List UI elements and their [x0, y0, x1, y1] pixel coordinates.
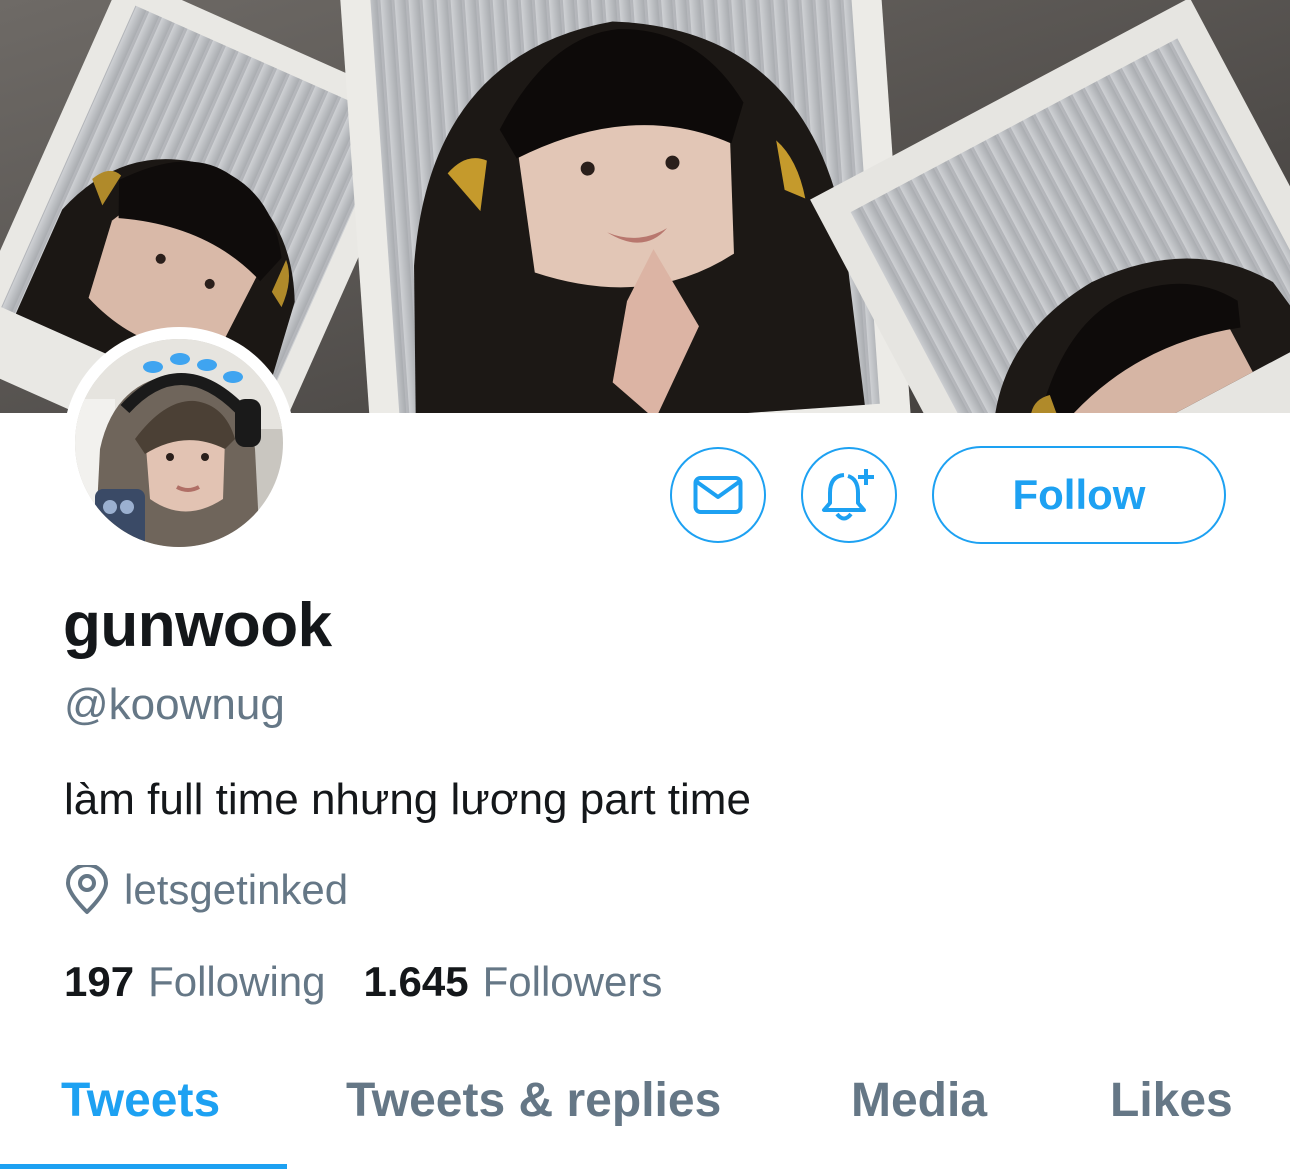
profile-stats: 197 Following 1.645 Followers — [64, 958, 662, 1006]
followers-count: 1.645 — [363, 958, 469, 1005]
followers-stat[interactable]: 1.645 Followers — [364, 958, 663, 1006]
message-button[interactable] — [670, 447, 766, 543]
tab-tweets-and-replies[interactable]: Tweets & replies — [346, 1073, 721, 1128]
tab-likes[interactable]: Likes — [1110, 1073, 1233, 1128]
envelope-icon — [693, 476, 743, 514]
location-text: letsgetinked — [124, 866, 349, 913]
follow-button[interactable]: Follow — [932, 446, 1226, 544]
display-name: gunwook — [63, 591, 332, 660]
tab-media[interactable]: Media — [851, 1073, 987, 1128]
profile-page: Follow gunwook @koownug làm full time nh… — [0, 0, 1290, 1169]
profile-avatar[interactable] — [63, 327, 295, 559]
followers-label: Followers — [482, 958, 663, 1005]
location-pin-icon — [66, 865, 108, 914]
profile-location: letsgetinked — [64, 862, 348, 918]
following-count: 197 — [64, 958, 135, 1005]
tab-tweets[interactable]: Tweets — [61, 1073, 220, 1128]
notifications-button[interactable] — [801, 447, 897, 543]
user-handle: @koownug — [64, 680, 285, 729]
following-stat[interactable]: 197 Following — [64, 958, 326, 1006]
bell-plus-icon — [822, 469, 874, 521]
profile-tabs: Tweets Tweets & replies Media Likes — [0, 1040, 1290, 1169]
following-label: Following — [148, 958, 326, 1005]
profile-bio: làm full time nhưng lương part time — [64, 775, 751, 824]
active-tab-indicator — [0, 1164, 287, 1169]
